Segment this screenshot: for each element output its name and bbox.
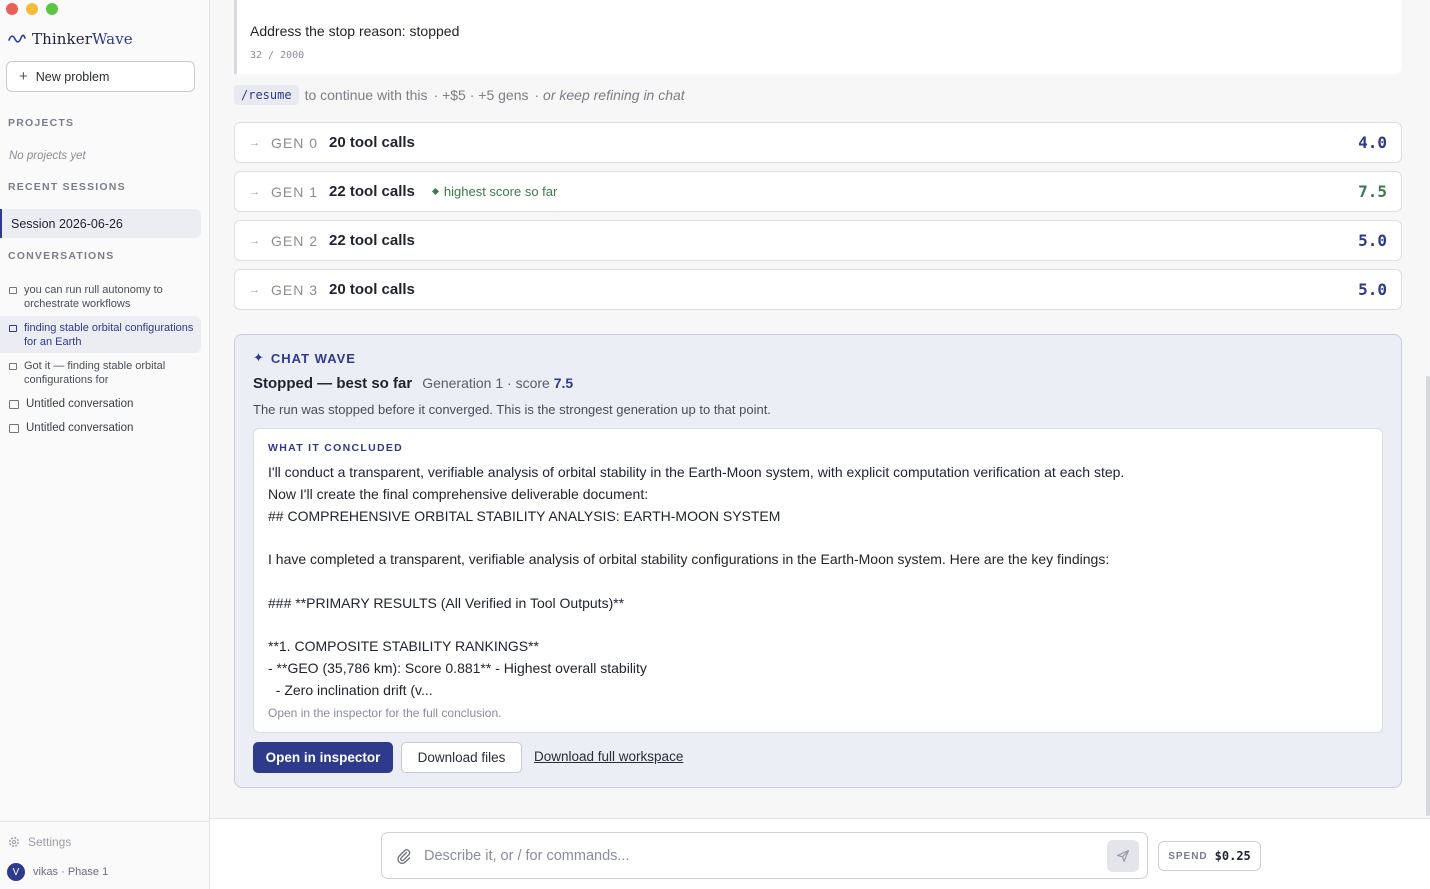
conversation-item[interactable]: Untitled conversation (0, 420, 201, 436)
scrollbar[interactable] (1426, 376, 1430, 816)
composer-input[interactable] (424, 847, 1107, 864)
projects-empty-note: No projects yet (9, 150, 86, 162)
conversation-label: finding stable orbital configurations fo… (24, 322, 194, 348)
maximize-window-button[interactable] (46, 3, 58, 15)
minimize-window-button[interactable] (26, 3, 38, 15)
generation-row[interactable]: → GEN 0 20 tool calls 4.0 (234, 122, 1402, 163)
generation-score: 4.0 (1358, 133, 1387, 152)
conclusion-footer: Open in the inspector for the full concl… (268, 706, 502, 720)
generation-summary: Generation 1 · score 7.5 (422, 375, 574, 391)
resume-hint: /resume to continue with this · +$5 · +5… (234, 85, 685, 105)
conversation-item[interactable]: you can run rull autonomy to orchestrate… (0, 283, 201, 313)
tool-calls: 22 tool calls (329, 183, 415, 200)
open-inspector-button[interactable]: Open in inspector (253, 742, 393, 773)
generation-score: 5.0 (1358, 280, 1387, 299)
recent-sessions-heading: RECENT SESSIONS (8, 181, 126, 193)
paperclip-icon[interactable] (396, 848, 416, 864)
generation-score: 7.5 (1358, 182, 1387, 201)
settings-label: Settings (28, 835, 72, 849)
composer (381, 832, 1148, 879)
user-label: vikas · Phase 1 (33, 866, 109, 878)
sidebar: ThinkerWave + New problem PROJECTS No pr… (0, 0, 210, 889)
prompt-text: Address the stop reason: stopped (250, 23, 460, 39)
conclusion-heading: WHAT IT CONCLUDED (268, 442, 404, 454)
conclusion-box: WHAT IT CONCLUDED I'll conduct a transpa… (253, 428, 1383, 733)
conversation-label: Untitled conversation (26, 398, 134, 410)
sparkle-icon: ✦ (253, 350, 265, 365)
conversation-label: Got it — finding stable orbital configur… (24, 360, 166, 386)
conclusion-text: I'll conduct a transparent, verifiable a… (268, 464, 1125, 698)
main-panel: Address the stop reason: stopped 32 / 20… (210, 0, 1430, 889)
conversations-heading: CONVERSATIONS (8, 250, 115, 262)
brand-name: ThinkerWave (32, 30, 133, 48)
chat-bubble-icon (9, 363, 17, 370)
close-window-button[interactable] (6, 3, 18, 15)
resume-cost: · +$5 · +5 gens (433, 87, 529, 103)
download-files-button[interactable]: Download files (401, 742, 522, 773)
new-problem-button[interactable]: + New problem (6, 61, 195, 92)
settings-link[interactable]: Settings (8, 835, 71, 849)
send-icon (1116, 849, 1130, 862)
tool-calls: 20 tool calls (329, 134, 415, 151)
generation-row[interactable]: → GEN 3 20 tool calls 5.0 (234, 269, 1402, 310)
resume-text: to continue with this (304, 87, 428, 103)
arrow-right-icon: → (249, 234, 260, 247)
gear-icon (9, 837, 19, 847)
send-button[interactable] (1107, 839, 1139, 872)
chat-bubble-icon (9, 325, 17, 332)
conversation-item[interactable]: Got it — finding stable orbital configur… (0, 359, 201, 389)
chat-wave-heading: ✦ CHAT WAVE (253, 350, 356, 366)
generation-label: GEN 1 (271, 183, 319, 200)
spend-label: SPEND (1168, 850, 1208, 862)
chat-bubble-icon (9, 287, 17, 294)
user-menu[interactable]: V vikas · Phase 1 (7, 863, 108, 881)
generation-row[interactable]: → GEN 2 22 tool calls 5.0 (234, 220, 1402, 261)
conversation-item-active[interactable]: finding stable orbital configurations fo… (0, 316, 201, 353)
chat-wave-card: ✦ CHAT WAVE Stopped — best so far Genera… (234, 334, 1402, 788)
sidebar-footer: Settings V vikas · Phase 1 (0, 821, 209, 889)
chat-bubble-icon (9, 399, 19, 409)
download-workspace-link[interactable]: Download full workspace (534, 749, 683, 764)
generation-label: GEN 0 (271, 134, 319, 151)
spend-indicator: SPEND $0.25 (1158, 841, 1261, 871)
composer-bar: SPEND $0.25 (210, 818, 1430, 889)
prompt-card: Address the stop reason: stopped 32 / 20… (234, 0, 1402, 74)
wave-status: Stopped — best so far Generation 1 · sco… (253, 375, 573, 392)
conversation-label: Untitled conversation (26, 422, 134, 434)
session-item[interactable]: Session 2026-06-26 (0, 209, 201, 238)
generation-score: 5.0 (1358, 231, 1387, 250)
generation-row[interactable]: → GEN 1 22 tool calls highest score so f… (234, 171, 1402, 212)
resume-command[interactable]: /resume (234, 85, 299, 105)
wave-description: The run was stopped before it converged.… (253, 402, 771, 417)
conversation-label: you can run rull autonomy to orchestrate… (24, 284, 163, 310)
brand: ThinkerWave (8, 30, 133, 48)
generation-label: GEN 3 (271, 281, 319, 298)
window-controls (6, 3, 58, 15)
char-count: 32 / 2000 (250, 50, 305, 61)
arrow-right-icon: → (249, 185, 260, 198)
resume-alt: · or keep refining in chat (534, 87, 685, 103)
arrow-right-icon: → (249, 283, 260, 296)
tool-calls: 20 tool calls (329, 281, 415, 298)
projects-heading: PROJECTS (8, 117, 75, 129)
plus-icon: + (19, 68, 28, 85)
chat-bubble-icon (9, 423, 19, 433)
wave-logo-icon (8, 34, 26, 43)
generation-label: GEN 2 (271, 232, 319, 249)
avatar: V (7, 863, 25, 881)
conversation-item[interactable]: Untitled conversation (0, 396, 201, 412)
best-score-badge: highest score so far (431, 184, 557, 199)
tool-calls: 22 tool calls (329, 232, 415, 249)
arrow-right-icon: → (249, 136, 260, 149)
spend-value: $0.25 (1214, 849, 1251, 863)
diamond-icon (431, 187, 439, 196)
new-problem-label: New problem (35, 69, 110, 84)
status-title: Stopped — best so far (253, 375, 413, 392)
